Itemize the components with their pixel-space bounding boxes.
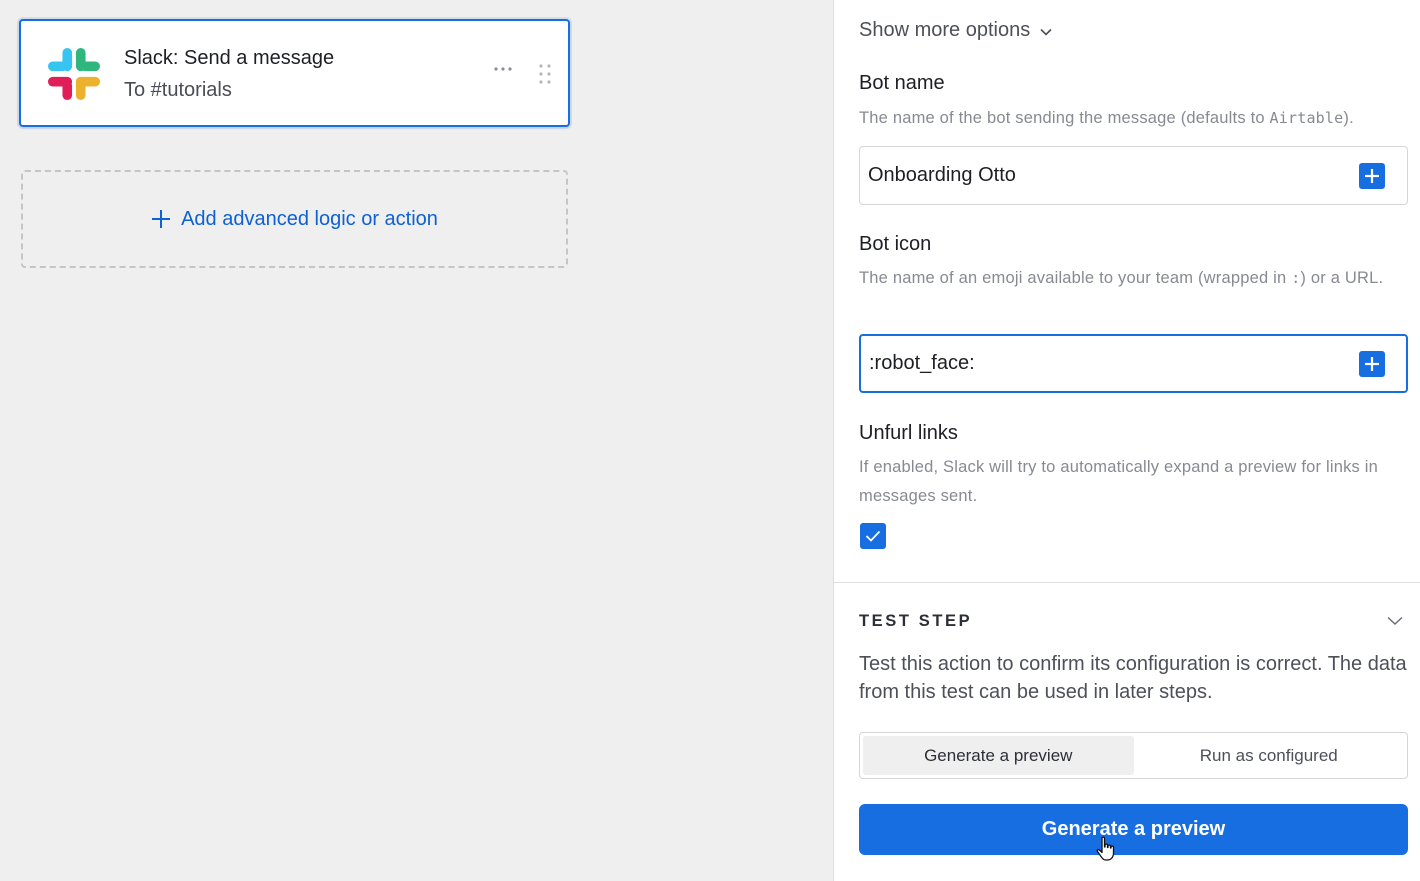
automation-canvas: Slack: Send a message To #tutorials Add …	[0, 0, 833, 881]
bot-name-input[interactable]	[868, 147, 1338, 204]
show-more-options-label: Show more options	[859, 19, 1031, 41]
section-divider	[834, 582, 1420, 583]
bot-name-insert-button[interactable]	[1359, 163, 1385, 189]
generate-preview-button[interactable]: Generate a preview	[859, 804, 1408, 855]
action-title: Slack: Send a message	[124, 47, 335, 69]
plus-icon	[1365, 357, 1379, 371]
bot-icon-label: Bot icon	[859, 233, 932, 255]
config-panel: Show more options Bot name The name of t…	[833, 0, 1420, 881]
bot-icon-input[interactable]	[869, 336, 1339, 391]
test-mode-segmented-control: Generate a preview Run as configured	[859, 732, 1408, 779]
chevron-down-icon	[1040, 28, 1052, 36]
add-advanced-logic-label: Add advanced logic or action	[181, 207, 438, 230]
test-mode-run-as-configured[interactable]: Run as configured	[1134, 736, 1405, 775]
test-step-heading: TEST STEP	[859, 612, 973, 630]
test-step-description: Test this action to confirm its configur…	[859, 653, 1407, 703]
unfurl-links-label: Unfurl links	[859, 422, 958, 444]
test-mode-generate-preview[interactable]: Generate a preview	[863, 736, 1134, 775]
check-icon	[865, 530, 881, 542]
bot-name-help: The name of the bot sending the message …	[859, 109, 1354, 127]
bot-name-field	[859, 146, 1408, 205]
plus-icon	[1365, 169, 1379, 183]
plus-icon	[152, 210, 171, 228]
action-subtitle: To #tutorials	[124, 79, 232, 101]
unfurl-links-help: If enabled, Slack will try to automatica…	[859, 458, 1379, 505]
chevron-down-icon[interactable]	[1387, 616, 1403, 626]
show-more-options-toggle[interactable]: Show more options	[859, 19, 1052, 42]
bot-name-label: Bot name	[859, 72, 945, 94]
add-advanced-logic-button[interactable]: Add advanced logic or action	[21, 170, 568, 268]
slack-action-card[interactable]: Slack: Send a message To #tutorials	[19, 19, 570, 127]
bot-icon-insert-button[interactable]	[1359, 351, 1385, 377]
unfurl-links-checkbox[interactable]	[860, 523, 886, 549]
slack-logo-icon	[48, 48, 100, 100]
drag-handle-icon[interactable]	[538, 63, 552, 85]
bot-icon-field	[859, 334, 1408, 393]
bot-icon-help: The name of an emoji available to your t…	[859, 269, 1384, 287]
ellipsis-icon[interactable]	[491, 59, 515, 79]
bot-name-default-code: Airtable	[1269, 109, 1344, 127]
